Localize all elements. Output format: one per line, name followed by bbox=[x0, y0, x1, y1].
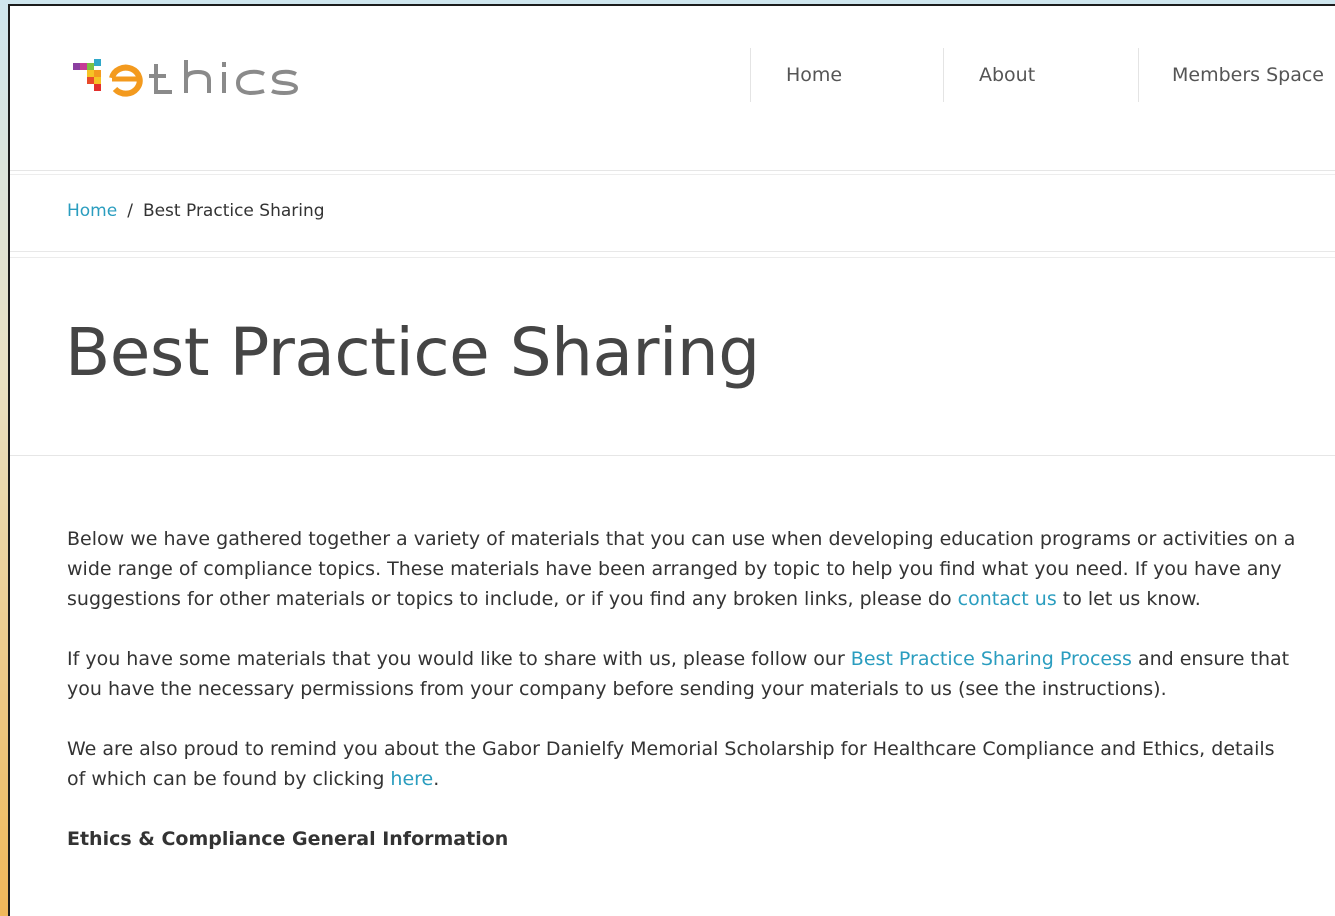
site-header: Home About Members Space bbox=[10, 6, 1335, 171]
breadcrumb-current: Best Practice Sharing bbox=[142, 201, 325, 221]
best-practice-process-link[interactable]: Best Practice Sharing Process bbox=[851, 648, 1132, 670]
breadcrumb: Home / Best Practice Sharing bbox=[67, 201, 325, 221]
sharing-paragraph: If you have some materials that you woul… bbox=[67, 644, 1297, 704]
section-heading: Ethics & Compliance General Information bbox=[67, 828, 509, 850]
page: Home About Members Space Home / Best Pract… bbox=[8, 4, 1335, 916]
title-banner: Best Practice Sharing bbox=[10, 257, 1335, 456]
scholarship-paragraph: We are also proud to remind you about th… bbox=[67, 734, 1297, 794]
nav-about[interactable]: About bbox=[943, 48, 1138, 102]
page-title: Best Practice Sharing bbox=[65, 314, 760, 391]
breadcrumb-home-link[interactable]: Home bbox=[67, 201, 117, 221]
scholarship-text-end: . bbox=[433, 768, 440, 790]
ethics-logo[interactable] bbox=[68, 54, 358, 104]
sharing-text: If you have some materials that you woul… bbox=[67, 648, 851, 670]
scholarship-text: We are also proud to remind you about th… bbox=[67, 738, 1275, 790]
nav-members-space[interactable]: Members Space bbox=[1138, 48, 1335, 102]
intro-text-end: to let us know. bbox=[1056, 588, 1201, 610]
nav-home[interactable]: Home bbox=[750, 48, 943, 102]
main-nav: Home About Members Space bbox=[750, 48, 1335, 102]
main-content: Below we have gathered together a variet… bbox=[67, 524, 1297, 854]
breadcrumb-bar: Home / Best Practice Sharing bbox=[10, 174, 1335, 252]
scholarship-here-link[interactable]: here bbox=[390, 768, 433, 790]
intro-paragraph: Below we have gathered together a variet… bbox=[67, 524, 1297, 614]
breadcrumb-separator: / bbox=[127, 201, 133, 221]
contact-us-link[interactable]: contact us bbox=[958, 588, 1057, 610]
logo-graphic bbox=[73, 59, 299, 97]
